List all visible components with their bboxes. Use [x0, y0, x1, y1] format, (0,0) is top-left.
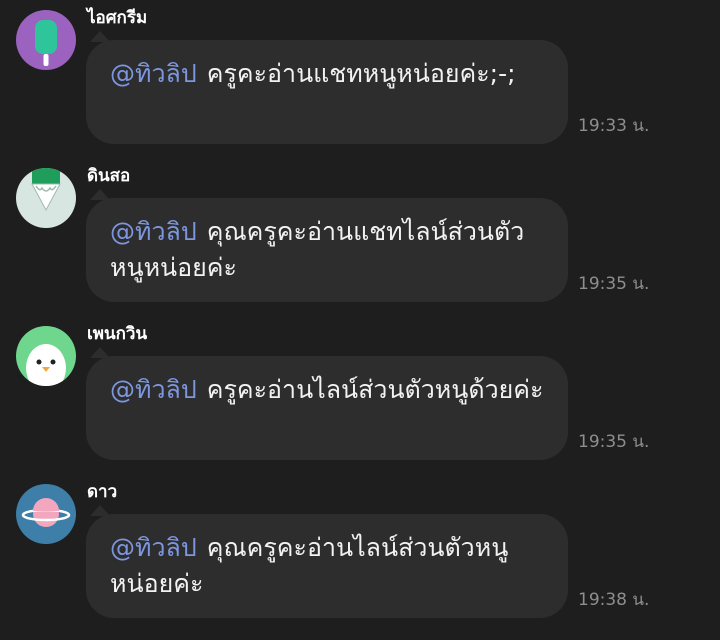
pencil-icon[interactable] — [16, 168, 76, 228]
mention-link[interactable]: @ทิวลิป — [110, 375, 197, 404]
sender-name: ไอศกรีม — [87, 8, 148, 28]
popsicle-icon[interactable] — [16, 10, 76, 70]
message-bubble[interactable]: @ทิวลิป ครูคะอ่านไลน์ส่วนตัวหนูด้วยค่ะ — [86, 347, 568, 460]
message-bubble[interactable]: @ทิวลิป คุณครูคะอ่านไลน์ส่วนตัวหนูหน่อยค่… — [86, 505, 568, 618]
sender-name: ดาว — [87, 482, 118, 502]
message-timestamp: 19:35 น. — [578, 432, 650, 452]
message-bubble[interactable]: @ทิวลิป คุณครูคะอ่านแชทไลน์ส่วนตัวหนูหน่อ… — [86, 189, 568, 302]
sender-name: เพนกวิน — [87, 324, 148, 344]
message-timestamp: 19:38 น. — [578, 590, 650, 610]
message-text: ครูคะอ่านไลน์ส่วนตัวหนูด้วยค่ะ — [206, 375, 544, 404]
message-timestamp: 19:33 น. — [578, 116, 650, 136]
message-text: ครูคะอ่านแชทหนูหน่อยค่ะ;-; — [206, 59, 516, 88]
sender-name: ดินสอ — [87, 166, 131, 186]
planet-icon[interactable] — [16, 484, 76, 544]
mention-link[interactable]: @ทิวลิป — [110, 217, 197, 246]
mention-link[interactable]: @ทิวลิป — [110, 533, 197, 562]
message-bubble[interactable]: @ทิวลิป ครูคะอ่านแชทหนูหน่อยค่ะ;-; — [86, 31, 568, 144]
mention-link[interactable]: @ทิวลิป — [110, 59, 197, 88]
message-timestamp: 19:35 น. — [578, 274, 650, 294]
penguin-icon[interactable] — [16, 326, 76, 386]
